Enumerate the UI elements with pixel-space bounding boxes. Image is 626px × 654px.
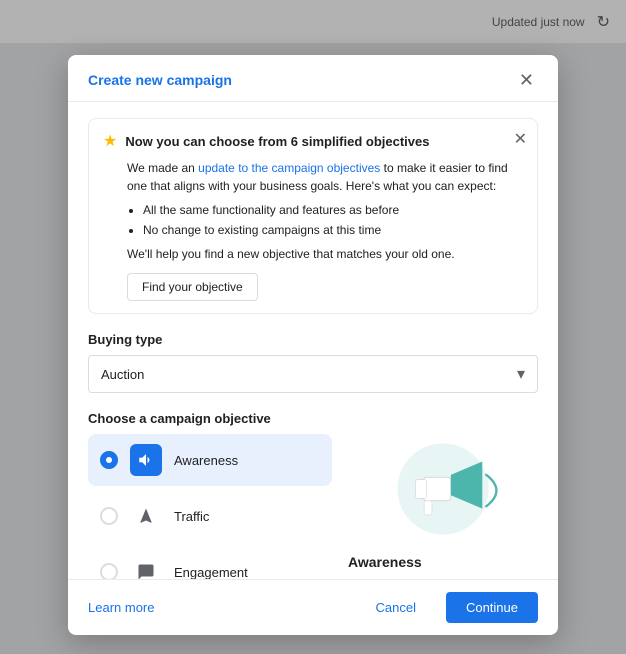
info-banner-bullets: All the same functionality and features …	[143, 201, 523, 239]
objective-item-awareness[interactable]: Awareness	[88, 434, 332, 486]
info-banner-body: We made an update to the campaign object…	[127, 159, 523, 263]
info-banner-body-text1: We made an	[127, 161, 198, 175]
campaign-objectives-link[interactable]: update to the campaign objectives	[198, 161, 380, 175]
radio-awareness	[100, 451, 118, 469]
star-icon: ★	[103, 131, 117, 151]
buying-type-value: Auction	[101, 367, 144, 382]
modal-overlay: Create new campaign ✕ ★ Now you can choo…	[0, 0, 626, 654]
modal-header: Create new campaign ✕	[68, 55, 558, 102]
modal-close-button[interactable]: ✕	[515, 69, 538, 91]
continue-button[interactable]: Continue	[446, 592, 538, 623]
detail-title: Awareness	[348, 554, 422, 570]
buying-type-section: Buying type Auction ▾	[88, 332, 538, 393]
bullet-1: All the same functionality and features …	[143, 201, 523, 219]
create-campaign-modal: Create new campaign ✕ ★ Now you can choo…	[68, 55, 558, 635]
objective-detail-panel: Awareness Show your ads to people who ar…	[348, 434, 538, 579]
buying-type-dropdown[interactable]: Auction ▾	[88, 355, 538, 393]
buying-type-label: Buying type	[88, 332, 538, 347]
engagement-icon	[130, 556, 162, 579]
traffic-label: Traffic	[174, 509, 209, 524]
modal-body: ★ Now you can choose from 6 simplified o…	[68, 102, 558, 579]
cancel-button[interactable]: Cancel	[355, 592, 435, 623]
objective-item-engagement[interactable]: Engagement	[88, 546, 332, 579]
objectives-list: Awareness Traffic	[88, 434, 332, 579]
info-banner: ★ Now you can choose from 6 simplified o…	[88, 118, 538, 314]
find-objective-button[interactable]: Find your objective	[127, 273, 258, 301]
info-banner-title: Now you can choose from 6 simplified obj…	[125, 134, 429, 149]
objectives-container: Awareness Traffic	[88, 434, 538, 579]
engagement-label: Engagement	[174, 565, 248, 580]
traffic-icon	[130, 500, 162, 532]
objectives-section: Choose a campaign objective Awareness	[88, 411, 538, 579]
objectives-section-label: Choose a campaign objective	[88, 411, 538, 426]
modal-footer: Learn more Cancel Continue	[68, 579, 558, 635]
radio-traffic	[100, 507, 118, 525]
chevron-down-icon: ▾	[517, 364, 525, 384]
learn-more-link[interactable]: Learn more	[88, 600, 154, 615]
footer-buttons: Cancel Continue	[355, 592, 538, 623]
bullet-2: No change to existing campaigns at this …	[143, 221, 523, 239]
radio-engagement	[100, 563, 118, 579]
awareness-illustration	[378, 434, 508, 544]
modal-title: Create new campaign	[88, 72, 232, 88]
info-banner-footer-text: We'll help you find a new objective that…	[127, 245, 523, 263]
awareness-label: Awareness	[174, 453, 238, 468]
objective-item-traffic[interactable]: Traffic	[88, 490, 332, 542]
info-banner-close-button[interactable]: ✕	[514, 129, 527, 149]
info-banner-header: ★ Now you can choose from 6 simplified o…	[103, 131, 523, 151]
awareness-icon	[130, 444, 162, 476]
